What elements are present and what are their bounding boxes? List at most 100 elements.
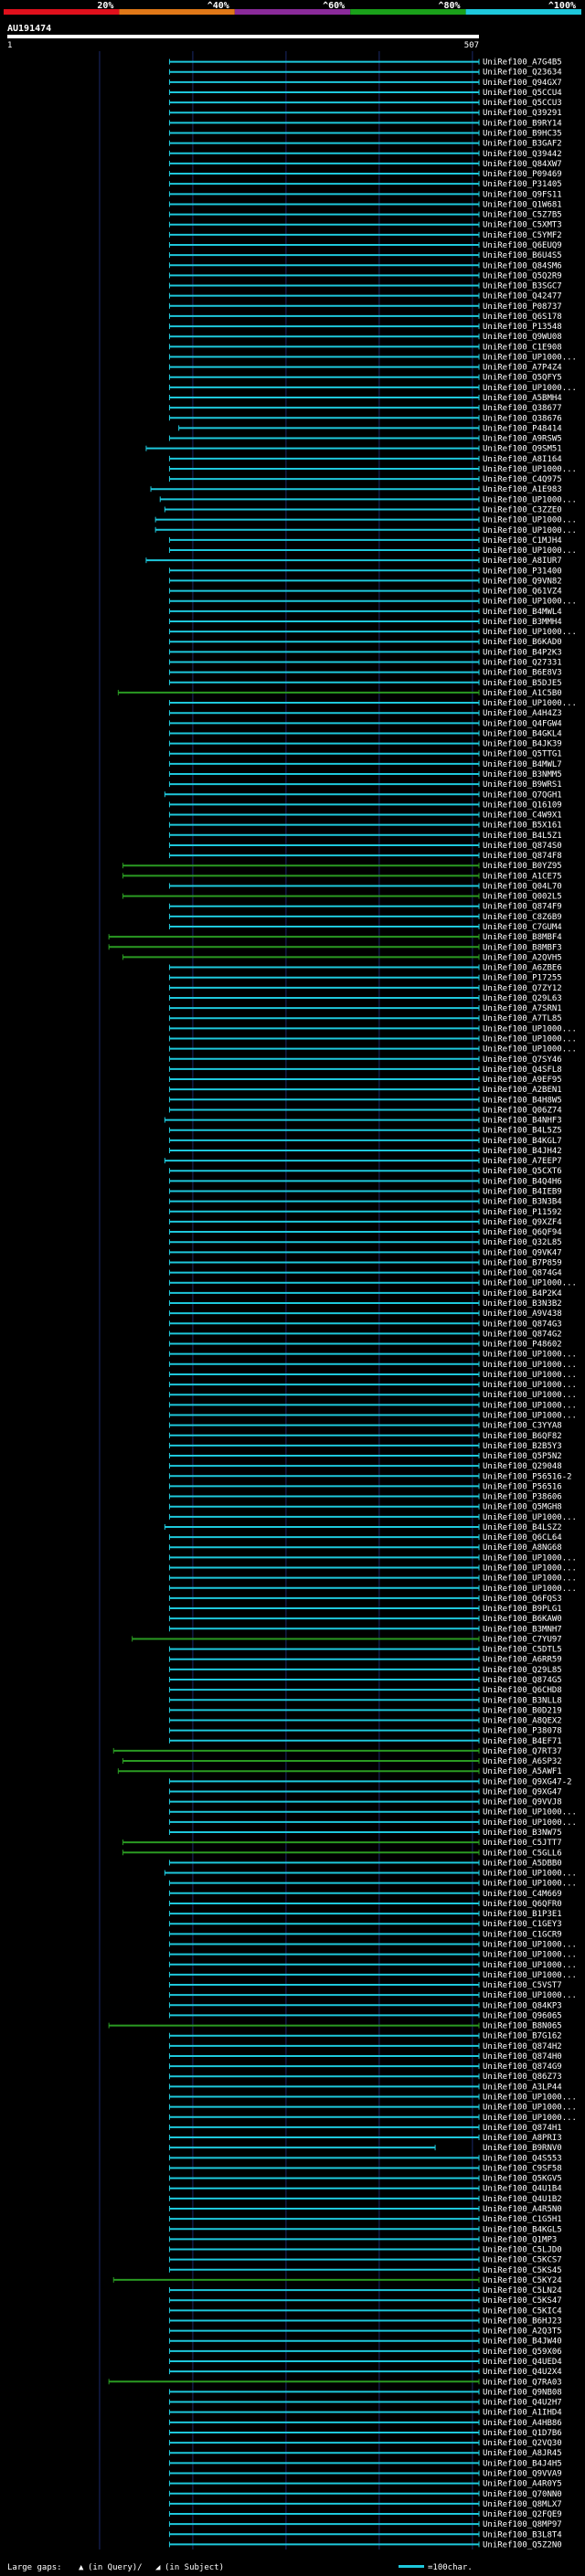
hit-label[interactable]: UniRef100_B4MWL4 (483, 608, 562, 617)
hit-label[interactable]: UniRef100_A4R5N0 (483, 2205, 562, 2214)
hit-label[interactable]: UniRef100_Q874H1 (483, 2124, 562, 2133)
hit-label[interactable]: UniRef100_B7G162 (483, 2032, 562, 2041)
hit-label[interactable]: UniRef100_Q5QFY5 (483, 374, 562, 383)
hit-label[interactable]: UniRef100_B1P3E1 (483, 1910, 562, 1919)
hit-label[interactable]: UniRef100_Q84KP3 (483, 2001, 562, 2010)
hit-label[interactable]: UniRef100_A8JR45 (483, 2449, 562, 2458)
hit-label[interactable]: UniRef100_A1CE75 (483, 872, 562, 881)
hit-label[interactable]: UniRef100_C8Z6B9 (483, 913, 562, 922)
hit-label[interactable]: UniRef100_Q5CCU3 (483, 99, 562, 108)
hit-label[interactable]: UniRef100_B9RNV0 (483, 2144, 562, 2153)
hit-label[interactable]: UniRef100_UP1000... (483, 1940, 577, 1949)
hit-label[interactable]: UniRef100_UP1000... (483, 1045, 577, 1055)
hit-label[interactable]: UniRef100_Q94GX7 (483, 79, 562, 88)
hit-label[interactable]: UniRef100_Q7RT37 (483, 1747, 562, 1756)
hit-label[interactable]: UniRef100_Q8MP97 (483, 2520, 562, 2529)
hit-label[interactable]: UniRef100_Q06Z74 (483, 1106, 562, 1115)
hit-label[interactable]: UniRef100_A5AWF1 (483, 1767, 562, 1776)
hit-label[interactable]: UniRef100_Q8MLX7 (483, 2500, 562, 2509)
hit-label[interactable]: UniRef100_B4LSZ2 (483, 1523, 562, 1532)
hit-label[interactable]: UniRef100_B4L5Z5 (483, 1127, 562, 1136)
hit-label[interactable]: UniRef100_A9V438 (483, 1309, 562, 1319)
hit-label[interactable]: UniRef100_A8QEX2 (483, 1717, 562, 1726)
hit-label[interactable]: UniRef100_UP1000... (483, 2094, 577, 2103)
hit-label[interactable]: UniRef100_C5LJD0 (483, 2246, 562, 2255)
hit-label[interactable]: UniRef100_A2Q3T5 (483, 2327, 562, 2337)
hit-label[interactable]: UniRef100_A3LP44 (483, 2083, 562, 2092)
hit-label[interactable]: UniRef100_A4R0Y5 (483, 2480, 562, 2489)
hit-label[interactable]: UniRef100_B3SGC7 (483, 282, 562, 292)
hit-label[interactable]: UniRef100_B6KAW0 (483, 1615, 562, 1624)
hit-label[interactable]: UniRef100_UP1000... (483, 1401, 577, 1410)
hit-label[interactable]: UniRef100_B4J4H5 (483, 2459, 562, 2468)
hit-label[interactable]: UniRef100_B3MNH7 (483, 1625, 562, 1634)
hit-label[interactable]: UniRef100_B9WRS1 (483, 780, 562, 790)
hit-label[interactable]: UniRef100_B9RY14 (483, 119, 562, 128)
hit-label[interactable]: UniRef100_UP1000... (483, 1880, 577, 1889)
hit-label[interactable]: UniRef100_Q6EUQ9 (483, 241, 562, 250)
hit-label[interactable]: UniRef100_Q9XG47 (483, 1787, 562, 1797)
hit-label[interactable]: UniRef100_A4HB86 (483, 2419, 562, 2428)
hit-label[interactable]: UniRef100_B8MBF4 (483, 933, 562, 942)
hit-label[interactable]: UniRef100_B4JW40 (483, 2337, 562, 2347)
hit-label[interactable]: UniRef100_B9HC35 (483, 130, 562, 139)
hit-label[interactable]: UniRef100_B3NMM5 (483, 770, 562, 779)
hit-label[interactable]: UniRef100_A8PRI3 (483, 2134, 562, 2143)
hit-label[interactable]: UniRef100_Q9NB08 (483, 2388, 562, 2397)
hit-label[interactable]: UniRef100_Q5MGH8 (483, 1503, 562, 1512)
hit-label[interactable]: UniRef100_B6U4S5 (483, 251, 562, 260)
hit-label[interactable]: UniRef100_Q29L85 (483, 1666, 562, 1675)
hit-label[interactable]: UniRef100_UP1000... (483, 1574, 577, 1584)
hit-label[interactable]: UniRef100_Q6CHD8 (483, 1686, 562, 1695)
hit-label[interactable]: UniRef100_B3GAF2 (483, 140, 562, 149)
hit-label[interactable]: UniRef100_C4M669 (483, 1890, 562, 1899)
hit-label[interactable]: UniRef100_A6ZBE6 (483, 964, 562, 973)
hit-label[interactable]: UniRef100_Q59X06 (483, 2348, 562, 2357)
hit-label[interactable]: UniRef100_Q27331 (483, 659, 562, 668)
hit-label[interactable]: UniRef100_A2QVH5 (483, 953, 562, 962)
hit-label[interactable]: UniRef100_Q1MP3 (483, 2235, 557, 2244)
hit-label[interactable]: UniRef100_Q86Z73 (483, 2072, 562, 2082)
hit-label[interactable]: UniRef100_C5YMF2 (483, 231, 562, 240)
hit-label[interactable]: UniRef100_Q84XW7 (483, 160, 562, 169)
hit-label[interactable]: UniRef100_A7G4B5 (483, 58, 562, 68)
hit-label[interactable]: UniRef100_B4IEB9 (483, 1188, 562, 1197)
hit-label[interactable]: UniRef100_B5X161 (483, 822, 562, 831)
hit-label[interactable]: UniRef100_Q9WU08 (483, 333, 562, 342)
hit-label[interactable]: UniRef100_B3NW75 (483, 1829, 562, 1838)
hit-label[interactable]: UniRef100_C5XMT3 (483, 221, 562, 230)
hit-label[interactable]: UniRef100_B2B5Y3 (483, 1442, 562, 1451)
hit-label[interactable]: UniRef100_UP1000... (483, 516, 577, 525)
hit-label[interactable]: UniRef100_B4P2K3 (483, 648, 562, 657)
hit-label[interactable]: UniRef100_C1GCR9 (483, 1930, 562, 1939)
hit-label[interactable]: UniRef100_C5LN24 (483, 2286, 562, 2295)
hit-label[interactable]: UniRef100_UP1000... (483, 598, 577, 607)
hit-label[interactable]: UniRef100_A1E983 (483, 485, 562, 494)
hit-label[interactable]: UniRef100_Q29L63 (483, 994, 562, 1003)
hit-label[interactable]: UniRef100_Q5Z2N0 (483, 2540, 562, 2549)
hit-label[interactable]: UniRef100_P13548 (483, 323, 562, 332)
hit-label[interactable]: UniRef100_B3N3B2 (483, 1299, 562, 1309)
hit-label[interactable]: UniRef100_B4P2K4 (483, 1289, 562, 1299)
hit-label[interactable]: UniRef100_C7GUM4 (483, 923, 562, 932)
hit-label[interactable]: UniRef100_Q5TTG1 (483, 750, 562, 759)
hit-label[interactable]: UniRef100_Q4SFL8 (483, 1065, 562, 1075)
hit-label[interactable]: UniRef100_B0YZ95 (483, 862, 562, 871)
hit-label[interactable]: UniRef100_A1C5B0 (483, 689, 562, 698)
hit-label[interactable]: UniRef100_A4H4Z3 (483, 709, 562, 718)
hit-label[interactable]: UniRef100_UP1000... (483, 1564, 577, 1574)
hit-label[interactable]: UniRef100_Q5KGV5 (483, 2175, 562, 2184)
hit-label[interactable]: UniRef100_Q7ZY12 (483, 984, 562, 993)
hit-label[interactable]: UniRef100_UP1000... (483, 2114, 577, 2123)
hit-label[interactable]: UniRef100_C1E908 (483, 343, 562, 352)
hit-label[interactable]: UniRef100_Q16109 (483, 800, 562, 810)
hit-label[interactable]: UniRef100_UP1000... (483, 465, 577, 474)
hit-label[interactable]: UniRef100_A2BEN1 (483, 1086, 562, 1095)
hit-label[interactable]: UniRef100_Q6S178 (483, 313, 562, 322)
hit-label[interactable]: UniRef100_B6E8V3 (483, 669, 562, 678)
hit-label[interactable]: UniRef100_B4GKL4 (483, 729, 562, 738)
hit-label[interactable]: UniRef100_B6QF82 (483, 1432, 562, 1441)
hit-label[interactable]: UniRef100_C3YYA8 (483, 1422, 562, 1431)
hit-label[interactable]: UniRef100_C5KS47 (483, 2296, 562, 2306)
hit-label[interactable]: UniRef100_Q9XZF4 (483, 1218, 562, 1227)
